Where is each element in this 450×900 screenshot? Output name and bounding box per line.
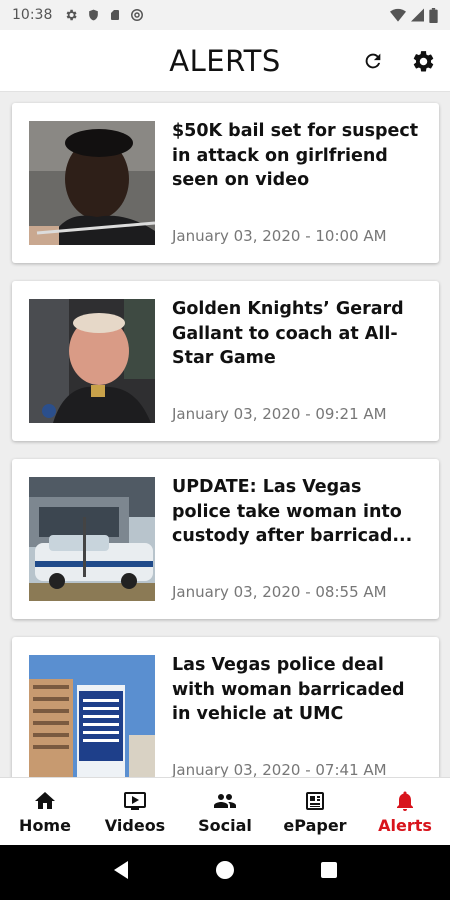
alert-card[interactable]: Golden Knights’ Gerard Gallant to coach …: [12, 281, 439, 441]
back-button[interactable]: [112, 860, 130, 885]
sd-card-status-icon: [111, 10, 120, 20]
settings-button[interactable]: [410, 48, 436, 74]
status-bar: 10:38: [0, 0, 450, 30]
alert-date: January 03, 2020 - 08:55 AM: [172, 583, 387, 601]
wifi-icon: [390, 8, 406, 22]
home-icon: [35, 792, 55, 809]
nav-label: Home: [19, 816, 71, 835]
system-navigation-bar: [0, 845, 450, 900]
back-icon: [114, 861, 129, 879]
alert-thumbnail: [29, 121, 155, 245]
status-notification-icons: [64, 8, 144, 22]
alert-date: January 03, 2020 - 09:21 AM: [172, 405, 387, 423]
gear-status-icon: [66, 9, 77, 21]
alert-date: January 03, 2020 - 07:41 AM: [172, 761, 387, 777]
alerts-list[interactable]: $50K bail set for suspect in attack on g…: [0, 93, 450, 777]
people-icon: [214, 794, 236, 808]
alert-headline[interactable]: $50K bail set for suspect in attack on g…: [172, 119, 424, 193]
shield-status-icon: [89, 9, 99, 21]
bell-icon: [397, 791, 413, 811]
alert-card[interactable]: Las Vegas police deal with woman barrica…: [12, 637, 439, 777]
header-actions: [360, 30, 436, 92]
nav-home[interactable]: Home: [0, 778, 90, 845]
alert-headline[interactable]: Las Vegas police deal with woman barrica…: [172, 653, 424, 727]
app-header: ALERTS: [0, 30, 450, 92]
video-icon: [124, 792, 146, 810]
newspaper-icon: [306, 792, 324, 810]
alert-card[interactable]: UPDATE: Las Vegas police take woman into…: [12, 459, 439, 619]
nav-epaper[interactable]: ePaper: [270, 778, 360, 845]
nav-label: Alerts: [378, 816, 432, 835]
refresh-button[interactable]: [360, 48, 386, 74]
alert-thumbnail: [29, 299, 155, 423]
home-system-button[interactable]: [215, 860, 235, 885]
nav-label: ePaper: [283, 816, 347, 835]
nav-label: Social: [198, 816, 252, 835]
alert-thumbnail: [29, 655, 155, 777]
nav-social[interactable]: Social: [180, 778, 270, 845]
square-recents-icon: [320, 862, 337, 878]
page-title: ALERTS: [169, 43, 281, 78]
nav-videos[interactable]: Videos: [90, 778, 180, 845]
nav-label: Videos: [104, 816, 166, 835]
refresh-icon: [365, 53, 381, 69]
alert-date: January 03, 2020 - 10:00 AM: [172, 227, 387, 245]
recents-button[interactable]: [320, 861, 338, 884]
status-system-icons: [390, 7, 438, 23]
alert-thumbnail: [29, 477, 155, 601]
status-time: 10:38: [12, 7, 53, 23]
gear-icon: [413, 50, 433, 71]
nav-alerts[interactable]: Alerts: [360, 778, 450, 845]
signal-icon: [411, 8, 424, 22]
alert-headline[interactable]: UPDATE: Las Vegas police take woman into…: [172, 475, 424, 549]
bottom-navigation: Home Videos Social ePaper Alerts: [0, 777, 450, 845]
alert-card[interactable]: $50K bail set for suspect in attack on g…: [12, 103, 439, 263]
at-status-icon: [131, 9, 144, 21]
circle-home-icon: [215, 861, 234, 879]
battery-icon: [429, 7, 438, 23]
alert-headline[interactable]: Golden Knights’ Gerard Gallant to coach …: [172, 297, 424, 371]
